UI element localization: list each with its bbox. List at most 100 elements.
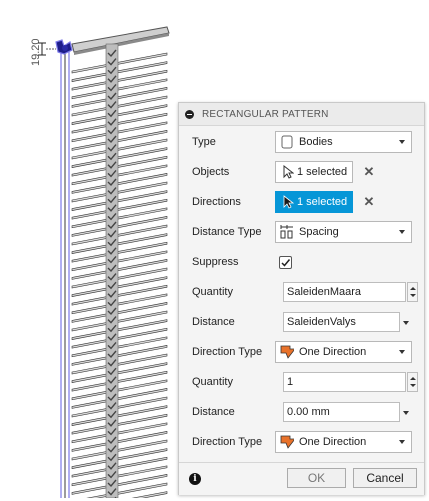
pattern-blades [71,52,168,501]
row-type: Type Bodies [179,127,424,157]
direction-type-1-dropdown[interactable]: One Direction [275,341,412,363]
pattern-blade [71,130,168,151]
distance-1-dropdown-icon[interactable] [403,321,409,325]
row-directions: Directions 1 selected ✕ [179,187,424,217]
pattern-blade [71,52,168,74]
row-direction-type-2: Direction Type One Direction [179,427,424,457]
pattern-blade [71,405,168,426]
pattern-blade [71,147,168,168]
top-rail [71,26,170,53]
distance-2-label: Distance [192,406,235,418]
pattern-blade [71,302,168,323]
pattern-blade [71,207,168,229]
type-dropdown[interactable]: Bodies [275,131,412,153]
stepper-up-icon[interactable] [410,287,416,290]
row-direction-type-1: Direction Type One Direction [179,337,424,367]
ok-button[interactable]: OK [287,468,346,488]
directions-value: 1 selected [297,196,348,208]
pattern-blade [71,173,168,194]
pattern-blade [71,276,168,297]
pattern-blade [71,310,168,332]
quantity-1-input[interactable]: SaleidenMaara [283,282,406,302]
direction-type-1-value: One Direction [299,346,367,358]
pattern-blade [71,181,168,203]
pattern-blade [71,78,168,100]
pattern-blade [71,69,168,91]
stepper-up-icon[interactable] [410,377,416,380]
pattern-blade [71,345,168,366]
direction-type-2-label: Direction Type [192,436,263,448]
pattern-blade [71,138,168,160]
direction-type-2-dropdown[interactable]: One Direction [275,431,412,453]
distance-1-input[interactable]: SaleidenValys [283,312,400,332]
quantity-2-input[interactable]: 1 [283,372,406,392]
type-value: Bodies [299,136,333,148]
row-quantity-2: Quantity 1 [179,367,424,397]
distance-2-input[interactable]: 0.00 mm [283,402,400,422]
row-distance-2: Distance 0.00 mm [179,397,424,427]
directions-select-button[interactable]: 1 selected [275,191,353,213]
pattern-blade [71,224,168,246]
pattern-blade [71,465,168,487]
pattern-blade [71,216,168,237]
distance-type-dropdown[interactable]: Spacing [275,221,412,243]
chevron-down-icon [399,350,405,354]
pattern-blade [71,259,168,280]
panel-title: RECTANGULAR PATTERN [202,108,329,120]
pattern-blade [71,284,168,306]
pattern-blade [71,448,168,469]
distance-type-label: Distance Type [192,226,262,238]
center-post [105,43,119,499]
row-quantity-1: Quantity SaleidenMaara [179,277,424,307]
pattern-blade [71,327,168,349]
directions-label: Directions [192,196,241,208]
pattern-blade [71,121,168,143]
quantity-1-stepper[interactable] [407,282,418,302]
pattern-blade [71,336,168,358]
pattern-blade [71,61,168,82]
pattern-blade [71,353,168,375]
pattern-blade [71,95,168,117]
row-objects: Objects 1 selected ✕ [179,157,424,187]
panel-header[interactable]: RECTANGULAR PATTERN [179,103,424,126]
pattern-blade [71,413,168,435]
distance-2-dropdown-icon[interactable] [403,411,409,415]
pattern-blade [71,241,168,263]
pattern-blade [71,396,168,418]
direction-type-2-value: One Direction [299,436,367,448]
chevron-down-icon [399,230,405,234]
directions-clear-icon[interactable]: ✕ [362,195,376,209]
chevron-down-icon [399,440,405,444]
row-distance-type: Distance Type Spacing [179,217,424,247]
pattern-blade [71,456,168,478]
quantity-1-label: Quantity [192,286,233,298]
pattern-blade [71,190,168,211]
cancel-button[interactable]: Cancel [353,468,417,488]
info-icon[interactable]: i [189,473,201,485]
pattern-blade [71,388,168,409]
pattern-blade [71,104,168,125]
pattern-blade [71,362,168,383]
suppress-checkbox[interactable] [279,256,292,269]
collapse-icon[interactable] [185,109,194,119]
stepper-down-icon[interactable] [410,384,416,387]
stepper-down-icon[interactable] [410,294,416,297]
profile-point [62,45,68,51]
pattern-blade [71,164,168,186]
pattern-blade [71,155,168,177]
pattern-blade [71,293,168,315]
row-suppress: Suppress [179,247,424,277]
quantity-2-stepper[interactable] [407,372,418,392]
suppress-label: Suppress [192,256,239,268]
pattern-blade [71,319,168,340]
objects-clear-icon[interactable]: ✕ [362,165,376,179]
pattern-blade [71,439,168,461]
distance-1-label: Distance [192,316,235,328]
pattern-blade [71,233,168,254]
pattern-blade [71,198,168,220]
objects-select-button[interactable]: 1 selected [275,161,353,183]
objects-label: Objects [192,166,230,178]
cursor-arrow-icon [283,195,294,209]
cursor-arrow-icon [283,165,294,179]
distance-type-value: Spacing [299,226,339,238]
